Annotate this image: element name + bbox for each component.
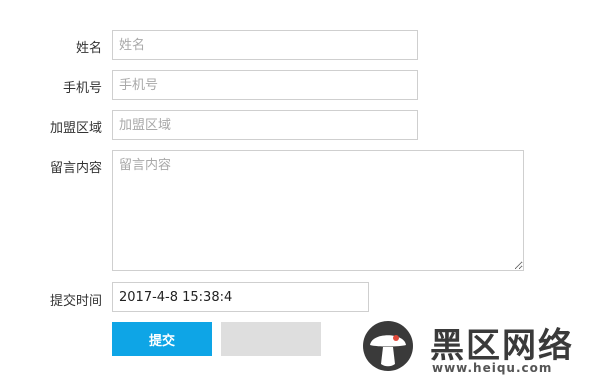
name-input[interactable] [112, 30, 418, 60]
watermark-url: www.heiqu.com [432, 361, 553, 375]
message-label: 留言内容 [49, 161, 102, 176]
region-label: 加盟区域 [49, 121, 102, 136]
franchise-form: 姓名 手机号 加盟区域 留言内容 提交时间 提交 黑区网络 www.heiqu.… [0, 0, 597, 381]
phone-label: 手机号 [62, 81, 102, 96]
reset-button[interactable] [221, 322, 321, 356]
watermark: 黑区网络 www.heiqu.com [362, 318, 594, 380]
submit-time-input[interactable] [112, 282, 369, 312]
phone-input[interactable] [112, 70, 418, 100]
watermark-title: 黑区网络 [430, 326, 574, 366]
mushroom-logo-icon [363, 321, 413, 371]
submit-time-label: 提交时间 [49, 294, 102, 309]
name-label: 姓名 [75, 41, 102, 56]
message-textarea[interactable] [112, 150, 524, 271]
submit-button[interactable]: 提交 [112, 322, 212, 356]
region-input[interactable] [112, 110, 418, 140]
